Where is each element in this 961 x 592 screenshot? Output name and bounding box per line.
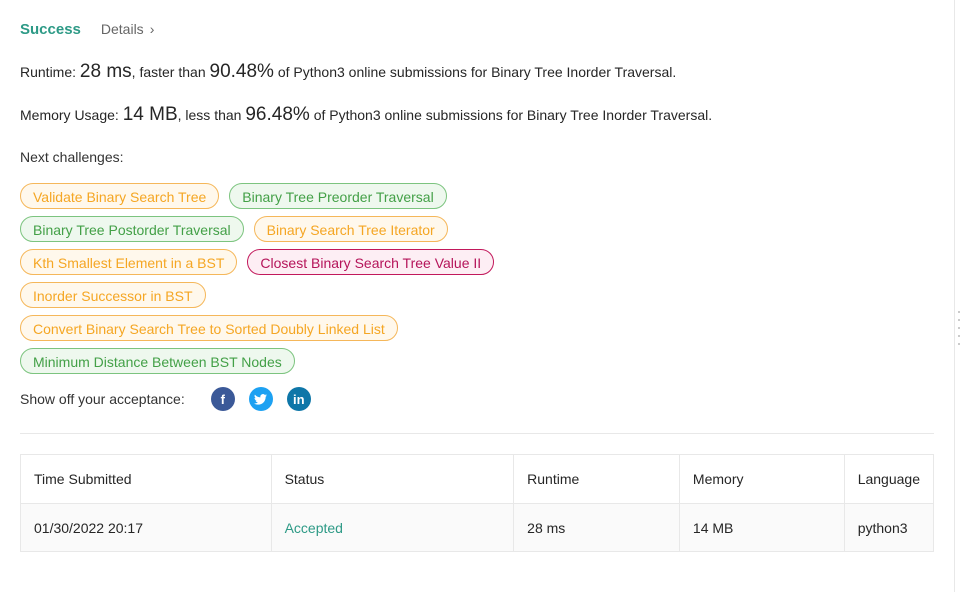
details-link[interactable]: Details › (101, 21, 154, 37)
facebook-icon[interactable]: f (210, 387, 235, 411)
linkedin-icon[interactable]: in (286, 387, 311, 411)
grip-dot (958, 343, 960, 345)
challenge-tag[interactable]: Minimum Distance Between BST Nodes (20, 348, 295, 374)
grip-dot (958, 327, 960, 329)
share-bar: Show off your acceptance: f in (20, 387, 325, 411)
column-header: Language (843, 454, 935, 504)
table-header-row: Time Submitted Status Runtime Memory Lan… (20, 454, 935, 504)
share-label: Show off your acceptance: (20, 391, 185, 407)
language-cell: python3 (843, 503, 935, 552)
memory-summary: Memory Usage: 14 MB, less than 96.48% of… (20, 104, 712, 126)
challenge-tag[interactable]: Convert Binary Search Tree to Sorted Dou… (20, 315, 398, 341)
runtime-summary: Runtime: 28 ms, faster than 90.48% of Py… (20, 61, 676, 83)
challenge-row: Binary Tree Postorder Traversal Binary S… (20, 216, 448, 242)
challenge-row: Convert Binary Search Tree to Sorted Dou… (20, 315, 398, 341)
challenge-tag[interactable]: Binary Search Tree Iterator (253, 216, 448, 242)
grip-dot (958, 311, 960, 313)
challenge-tag[interactable]: Binary Tree Postorder Traversal (20, 216, 244, 242)
memory-value: 14 MB (122, 104, 178, 125)
runtime-value: 28 ms (79, 61, 132, 82)
chevron-right-icon: › (149, 21, 155, 37)
submissions-table: Time Submitted Status Runtime Memory Lan… (20, 454, 935, 552)
challenge-row: Validate Binary Search Tree Binary Tree … (20, 183, 447, 209)
runtime-label: Runtime: (20, 64, 77, 80)
panel-border (954, 0, 955, 592)
memory-label: Memory Usage: (20, 107, 119, 123)
challenge-tag[interactable]: Inorder Successor in BST (20, 282, 206, 308)
runtime-suffix: of Python3 online submissions for Binary… (277, 64, 677, 80)
status-title: Success (20, 20, 81, 38)
result-header: Success Details › (20, 19, 154, 39)
column-header: Runtime (513, 454, 680, 504)
time-submitted-cell: 01/30/2022 20:17 (20, 503, 272, 552)
memory-comparison: , less than (177, 107, 242, 123)
submission-result-page: Success Details › Runtime: 28 ms, faster… (0, 0, 961, 592)
status-cell[interactable]: Accepted (270, 503, 515, 552)
memory-cell: 14 MB (678, 503, 845, 552)
challenge-tag[interactable]: Kth Smallest Element in a BST (20, 249, 238, 275)
column-header: Memory (678, 454, 845, 504)
challenge-tag[interactable]: Closest Binary Search Tree Value II (247, 249, 495, 275)
memory-percent: 96.48% (245, 104, 310, 125)
details-label: Details (100, 21, 144, 37)
challenge-tag[interactable]: Binary Tree Preorder Traversal (229, 183, 447, 209)
grip-dot (958, 335, 960, 337)
twitter-bird-glyph (254, 393, 268, 405)
runtime-cell: 28 ms (513, 503, 680, 552)
challenge-tag[interactable]: Validate Binary Search Tree (20, 183, 220, 209)
table-row[interactable]: 01/30/2022 20:17 Accepted 28 ms 14 MB py… (20, 503, 935, 552)
grip-dot (958, 319, 960, 321)
column-header: Time Submitted (20, 454, 272, 504)
challenge-row: Minimum Distance Between BST Nodes (20, 348, 295, 374)
challenge-row: Inorder Successor in BST (20, 282, 206, 308)
twitter-icon[interactable] (248, 387, 273, 411)
section-divider (20, 433, 934, 434)
runtime-percent: 90.48% (209, 61, 274, 82)
challenge-row: Kth Smallest Element in a BST Closest Bi… (20, 249, 495, 275)
next-challenges-label: Next challenges: (20, 149, 124, 165)
runtime-comparison: , faster than (131, 64, 206, 80)
column-header: Status (270, 454, 515, 504)
memory-suffix: of Python3 online submissions for Binary… (313, 107, 713, 123)
